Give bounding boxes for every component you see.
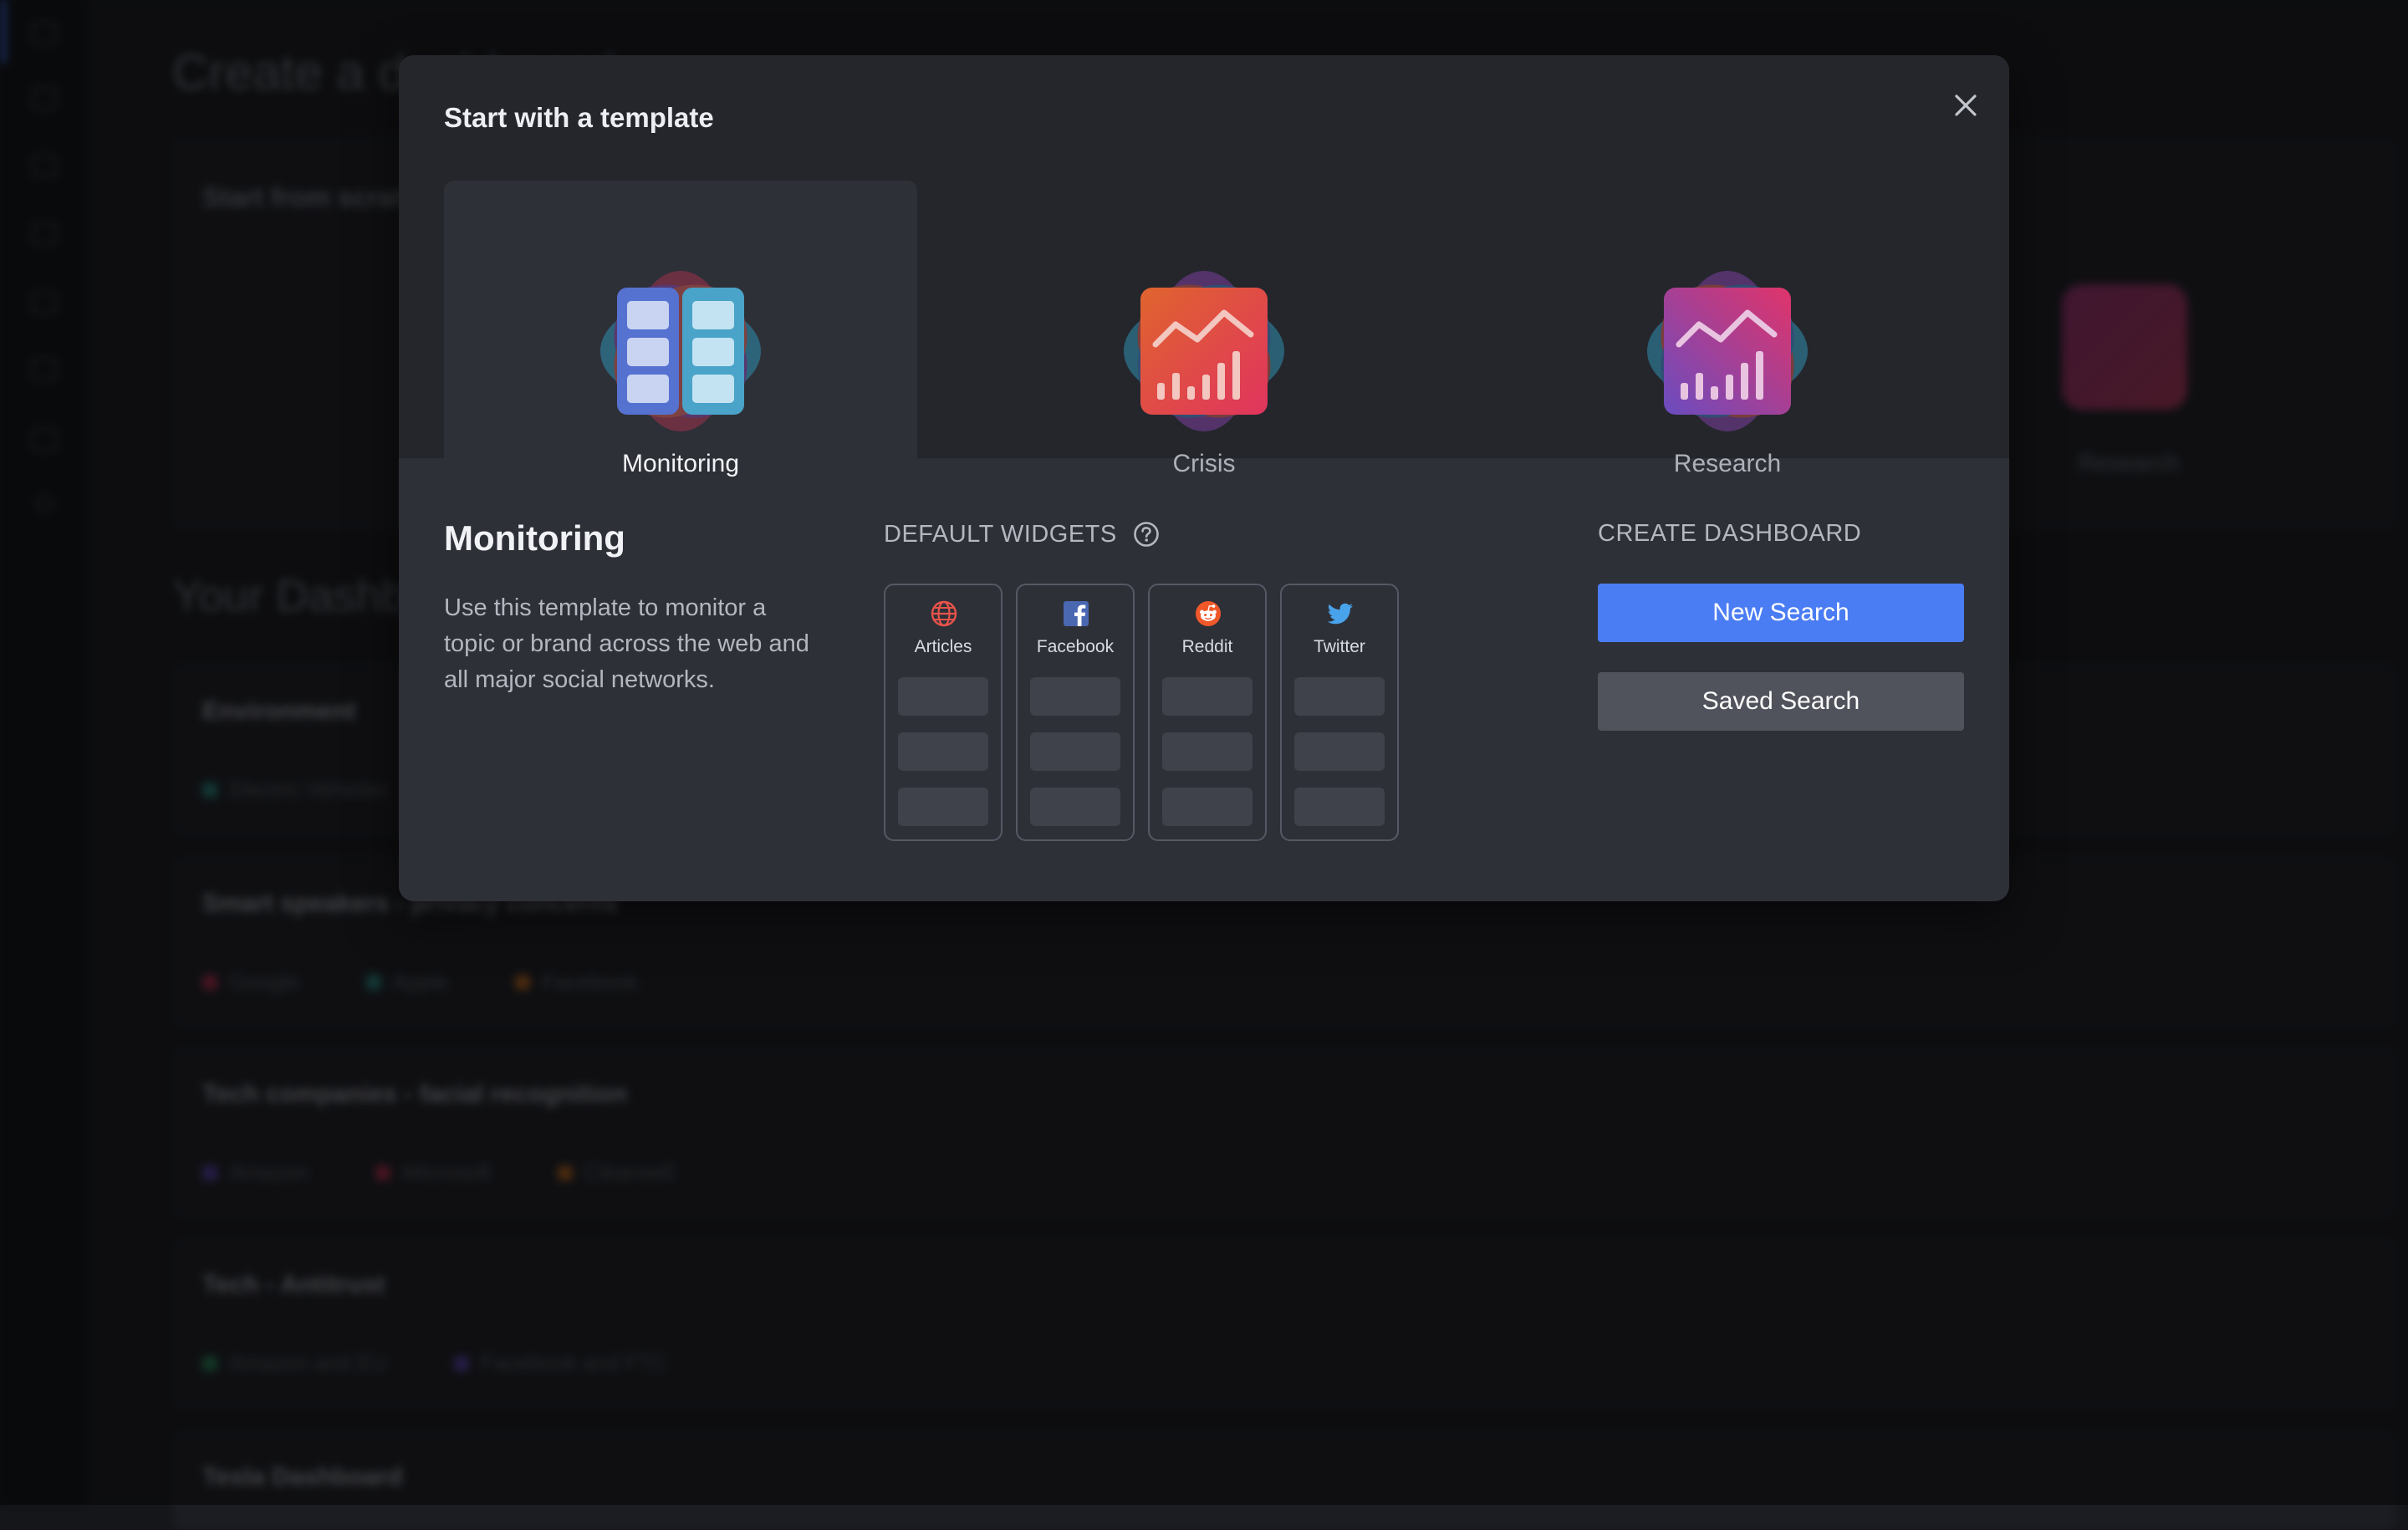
widget-placeholder bbox=[898, 732, 988, 771]
research-chart-icon bbox=[1647, 271, 1808, 431]
template-label: Monitoring bbox=[621, 450, 740, 477]
close-button[interactable] bbox=[1944, 84, 1987, 127]
saved-search-button[interactable]: Saved Search bbox=[1598, 672, 1964, 731]
widget-placeholder bbox=[1162, 732, 1252, 771]
widget-placeholder bbox=[898, 788, 988, 826]
create-dashboard-label: CREATE DASHBOARD bbox=[1598, 520, 1862, 547]
globe-icon bbox=[931, 600, 957, 627]
widget-label: Facebook bbox=[1036, 637, 1115, 656]
template-tab-crisis[interactable]: Crisis bbox=[967, 181, 1441, 477]
widget-facebook: Facebook bbox=[1016, 584, 1135, 841]
widget-placeholder bbox=[1030, 677, 1120, 716]
template-label: Research bbox=[1673, 450, 1782, 477]
template-description-text: Use this template to monitor a topic or … bbox=[444, 594, 809, 693]
widget-label: Reddit bbox=[1181, 637, 1233, 656]
modal-title: Start with a template bbox=[444, 102, 714, 133]
widget-twitter: Twitter bbox=[1280, 584, 1399, 841]
monitoring-grid-icon bbox=[600, 271, 761, 431]
widget-reddit: Reddit bbox=[1148, 584, 1267, 841]
widget-placeholder bbox=[1030, 732, 1120, 771]
facebook-icon bbox=[1064, 601, 1089, 626]
widget-placeholder bbox=[898, 677, 988, 716]
widget-articles: Articles bbox=[884, 584, 1002, 841]
template-modal: Start with a template Monitoring Crisis … bbox=[399, 55, 2009, 901]
widget-placeholder bbox=[1294, 732, 1385, 771]
crisis-chart-icon bbox=[1124, 271, 1284, 431]
widget-placeholder bbox=[1294, 677, 1385, 716]
template-description-title: Monitoring bbox=[444, 518, 625, 558]
default-widgets-label: DEFAULT WIDGETS bbox=[884, 520, 1117, 548]
widget-placeholder bbox=[1162, 788, 1252, 826]
new-search-button[interactable]: New Search bbox=[1598, 584, 1964, 642]
help-icon[interactable] bbox=[1132, 520, 1161, 548]
widget-placeholder bbox=[1162, 677, 1252, 716]
template-tab-monitoring[interactable]: Monitoring bbox=[444, 181, 917, 477]
widget-placeholder bbox=[1294, 788, 1385, 826]
template-label: Crisis bbox=[1172, 450, 1236, 477]
widget-label: Articles bbox=[914, 637, 972, 656]
reddit-icon bbox=[1196, 601, 1221, 626]
twitter-icon bbox=[1327, 603, 1353, 625]
default-widgets-header: DEFAULT WIDGETS bbox=[884, 520, 1161, 548]
close-icon bbox=[1955, 94, 1977, 116]
widget-placeholder bbox=[1030, 788, 1120, 826]
template-tab-research[interactable]: Research bbox=[1491, 181, 1964, 477]
widget-label: Twitter bbox=[1314, 637, 1365, 656]
